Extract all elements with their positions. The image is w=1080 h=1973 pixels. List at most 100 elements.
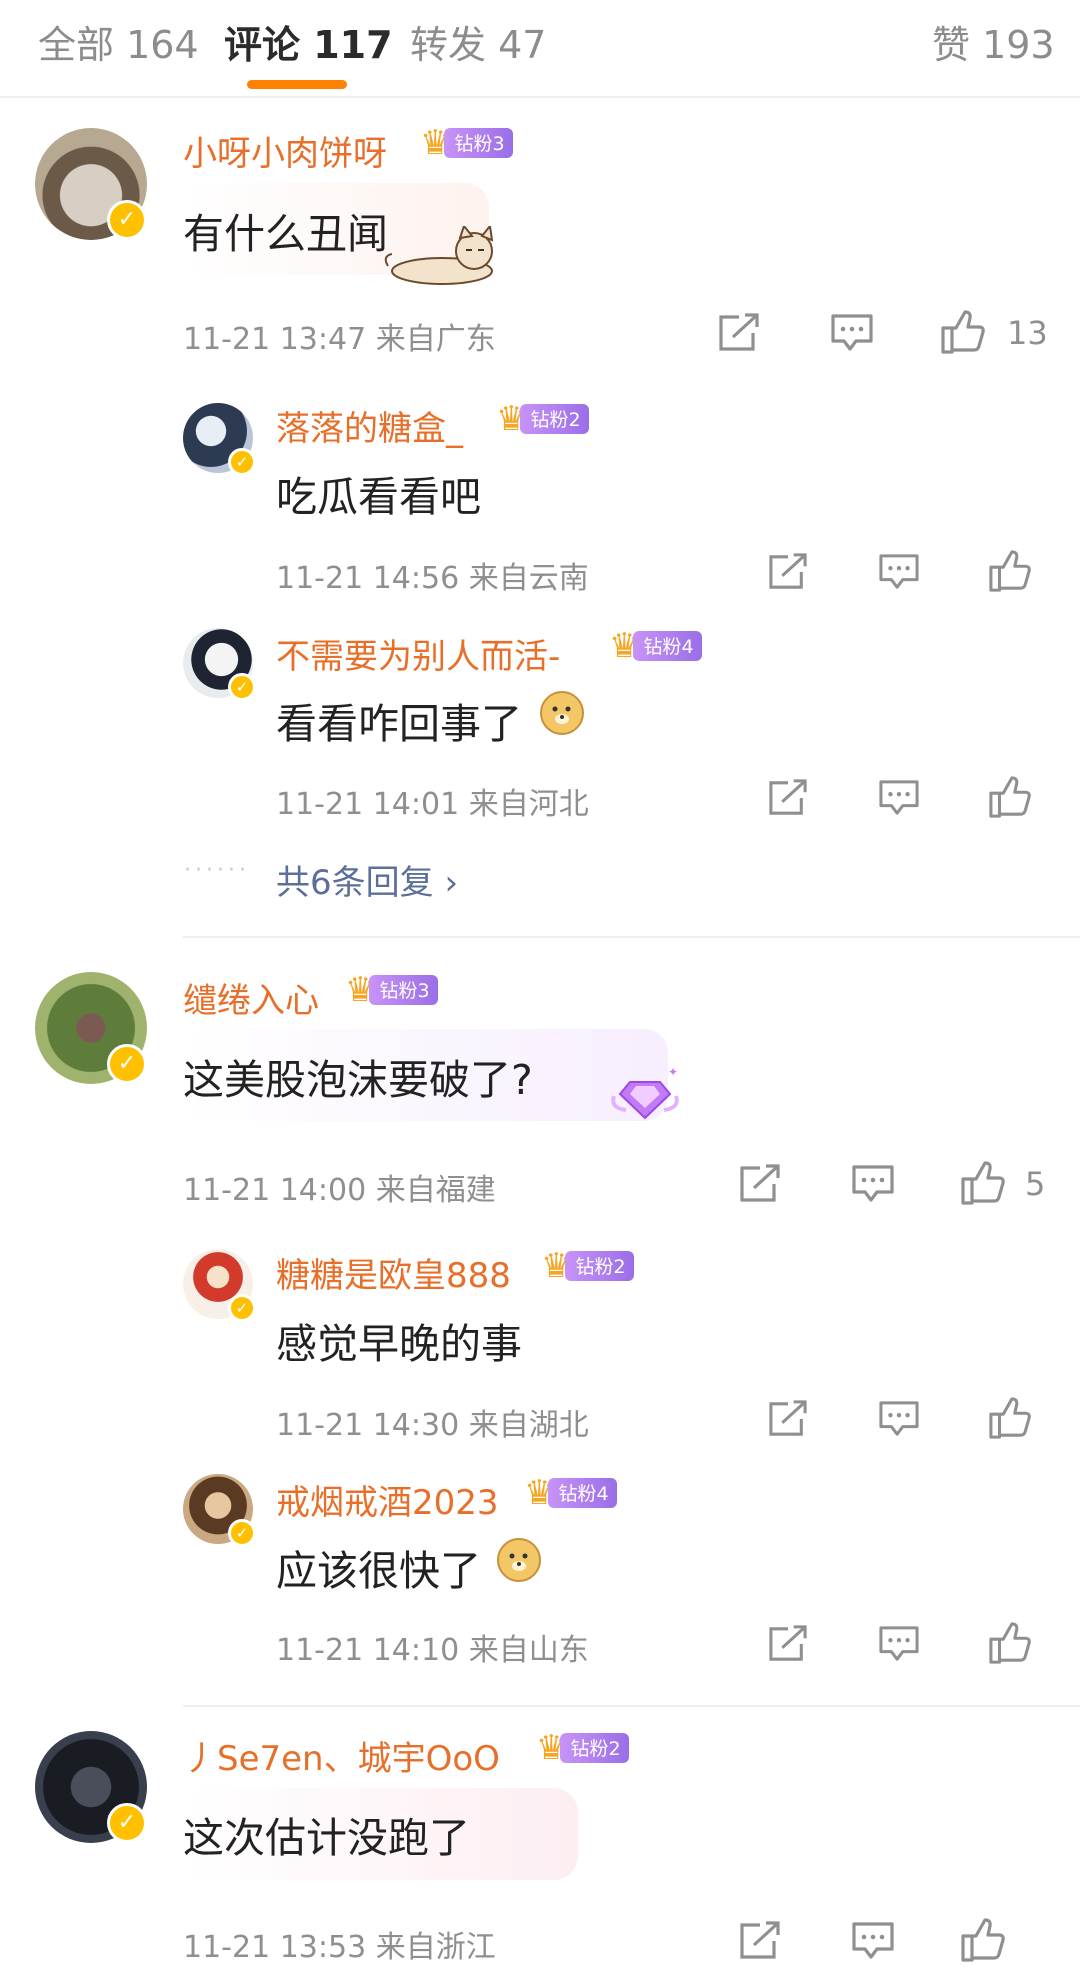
comment-time: 11-21 13:47 [183,322,367,357]
verified-badge-icon: ✓ [107,1044,147,1084]
avatar[interactable]: ✓ [183,1474,256,1547]
svg-text:✦: ✦ [668,1066,678,1079]
comment-location: 来自浙江 [375,1930,496,1965]
tab-comments[interactable]: 评论 117 [224,14,393,69]
username[interactable]: 糖糖是欧皇888 [276,1248,511,1297]
like-icon[interactable] [960,1161,1006,1205]
fan-badge: ♛ 钻粉2 [536,1731,629,1765]
reply-location: 来自湖北 [468,1408,589,1443]
username[interactable]: 丿Se7en、城宇OoO [183,1731,500,1780]
reply-meta: 11-21 14:56 来自云南 [276,553,589,597]
avatar[interactable]: ✓ [183,1249,256,1322]
comment-text: 有什么丑闻 [183,210,388,258]
active-tab-indicator [247,80,347,89]
verified-badge-icon: ✓ [228,673,256,701]
comment-text: 这次估计没跑了 [183,1814,470,1862]
like-icon[interactable] [988,1397,1032,1439]
reply-text: 吃瓜看看吧 [276,473,481,521]
doge-emoji-icon [540,691,584,735]
username[interactable]: 戒烟戒酒2023 [276,1475,499,1524]
verified-badge-icon: ✓ [228,448,256,476]
comment-icon[interactable] [878,779,920,817]
more-replies-dots: ······ [184,858,250,883]
comment-location: 来自福建 [375,1173,496,1208]
comment-divider [183,936,1080,938]
like-icon[interactable] [960,1918,1006,1962]
fan-badge: ♛ 钻粉4 [524,1476,617,1510]
comment-meta: 11-21 13:53 来自浙江 [183,1922,496,1966]
fan-level: 钻粉3 [369,975,438,1005]
verified-badge-icon: ✓ [107,1803,147,1843]
share-icon[interactable] [767,779,809,817]
fan-badge: ♛ 钻粉4 [609,629,702,663]
verified-badge-icon: ✓ [228,1519,256,1547]
reply-meta: 11-21 14:30 来自湖北 [276,1400,589,1444]
reply-meta: 11-21 14:01 来自河北 [276,779,589,823]
fan-badge: ♛ 钻粉2 [541,1249,634,1283]
share-icon[interactable] [767,1400,809,1438]
share-icon[interactable] [767,553,809,591]
fan-level: 钻粉3 [444,128,513,158]
username[interactable]: 落落的糖盒_ [276,401,463,450]
doge-emoji-icon [497,1538,541,1582]
reply-text: 应该很快了 [276,1547,481,1595]
fan-level: 钻粉4 [548,1478,617,1508]
comment-meta: 11-21 13:47 来自广东 [183,314,496,358]
avatar[interactable]: ✓ [183,628,256,701]
avatar[interactable]: ✓ [35,128,147,240]
verified-badge-icon: ✓ [228,1294,256,1322]
username[interactable]: 小呀小肉饼呀 [183,126,387,175]
comment-text: 这美股泡沫要破了? [183,1056,533,1104]
comment-icon[interactable] [851,1921,895,1961]
comment-icon[interactable] [830,313,874,353]
reply-time: 11-21 14:30 [276,1408,460,1443]
reply-location: 来自河北 [468,787,589,822]
share-icon[interactable] [717,313,761,353]
like-icon[interactable] [940,310,986,354]
fan-level: 钻粉4 [633,631,702,661]
comment-icon[interactable] [851,1164,895,1204]
reply-location: 来自云南 [468,561,589,596]
comment-time: 11-21 13:53 [183,1930,367,1965]
username[interactable]: 不需要为别人而活- [276,629,560,678]
reply-time: 11-21 14:01 [276,787,460,822]
share-icon[interactable] [767,1625,809,1663]
comment-icon[interactable] [878,1400,920,1438]
reply-location: 来自山东 [468,1633,589,1668]
reply-time: 11-21 14:56 [276,561,460,596]
comment-divider [183,1705,1080,1707]
username[interactable]: 缱绻入心 [183,973,319,1022]
comment-tabs: 全部 164 评论 117 转发 47 赞 193 [0,0,1080,98]
like-icon[interactable] [988,776,1032,818]
reply-meta: 11-21 14:10 来自山东 [276,1625,589,1669]
reply-time: 11-21 14:10 [276,1633,460,1668]
comment-icon[interactable] [878,553,920,591]
fan-badge: ♛ 钻粉3 [345,973,438,1007]
like-count: 5 [1025,1165,1046,1203]
avatar[interactable]: ✓ [35,1731,147,1843]
more-replies-link[interactable]: 共6条回复 › [276,855,458,904]
reply-text: 感觉早晚的事 [276,1320,522,1368]
comment-time: 11-21 14:00 [183,1173,367,1208]
fan-badge: ♛ 钻粉2 [496,402,589,436]
share-icon[interactable] [738,1921,782,1961]
avatar[interactable]: ✓ [35,972,147,1084]
comment-meta: 11-21 14:00 来自福建 [183,1165,496,1209]
fan-level: 钻粉2 [560,1733,629,1763]
tab-all[interactable]: 全部 164 [38,14,199,69]
tab-reposts[interactable]: 转发 47 [410,14,546,69]
dog-sticker-icon [382,226,507,288]
verified-badge-icon: ✓ [107,200,147,240]
avatar[interactable]: ✓ [183,403,256,476]
like-count: 13 [1007,314,1048,352]
tab-likes[interactable]: 赞 193 [932,14,1055,69]
share-icon[interactable] [738,1164,782,1204]
like-icon[interactable] [988,1622,1032,1664]
diamond-sticker-icon: ✦ [608,1066,682,1126]
comment-location: 来自广东 [375,322,496,357]
like-icon[interactable] [988,550,1032,592]
fan-level: 钻粉2 [565,1251,634,1281]
comment-icon[interactable] [878,1625,920,1663]
fan-badge: ♛ 钻粉3 [420,126,513,160]
reply-text: 看看咋回事了 [276,700,522,748]
